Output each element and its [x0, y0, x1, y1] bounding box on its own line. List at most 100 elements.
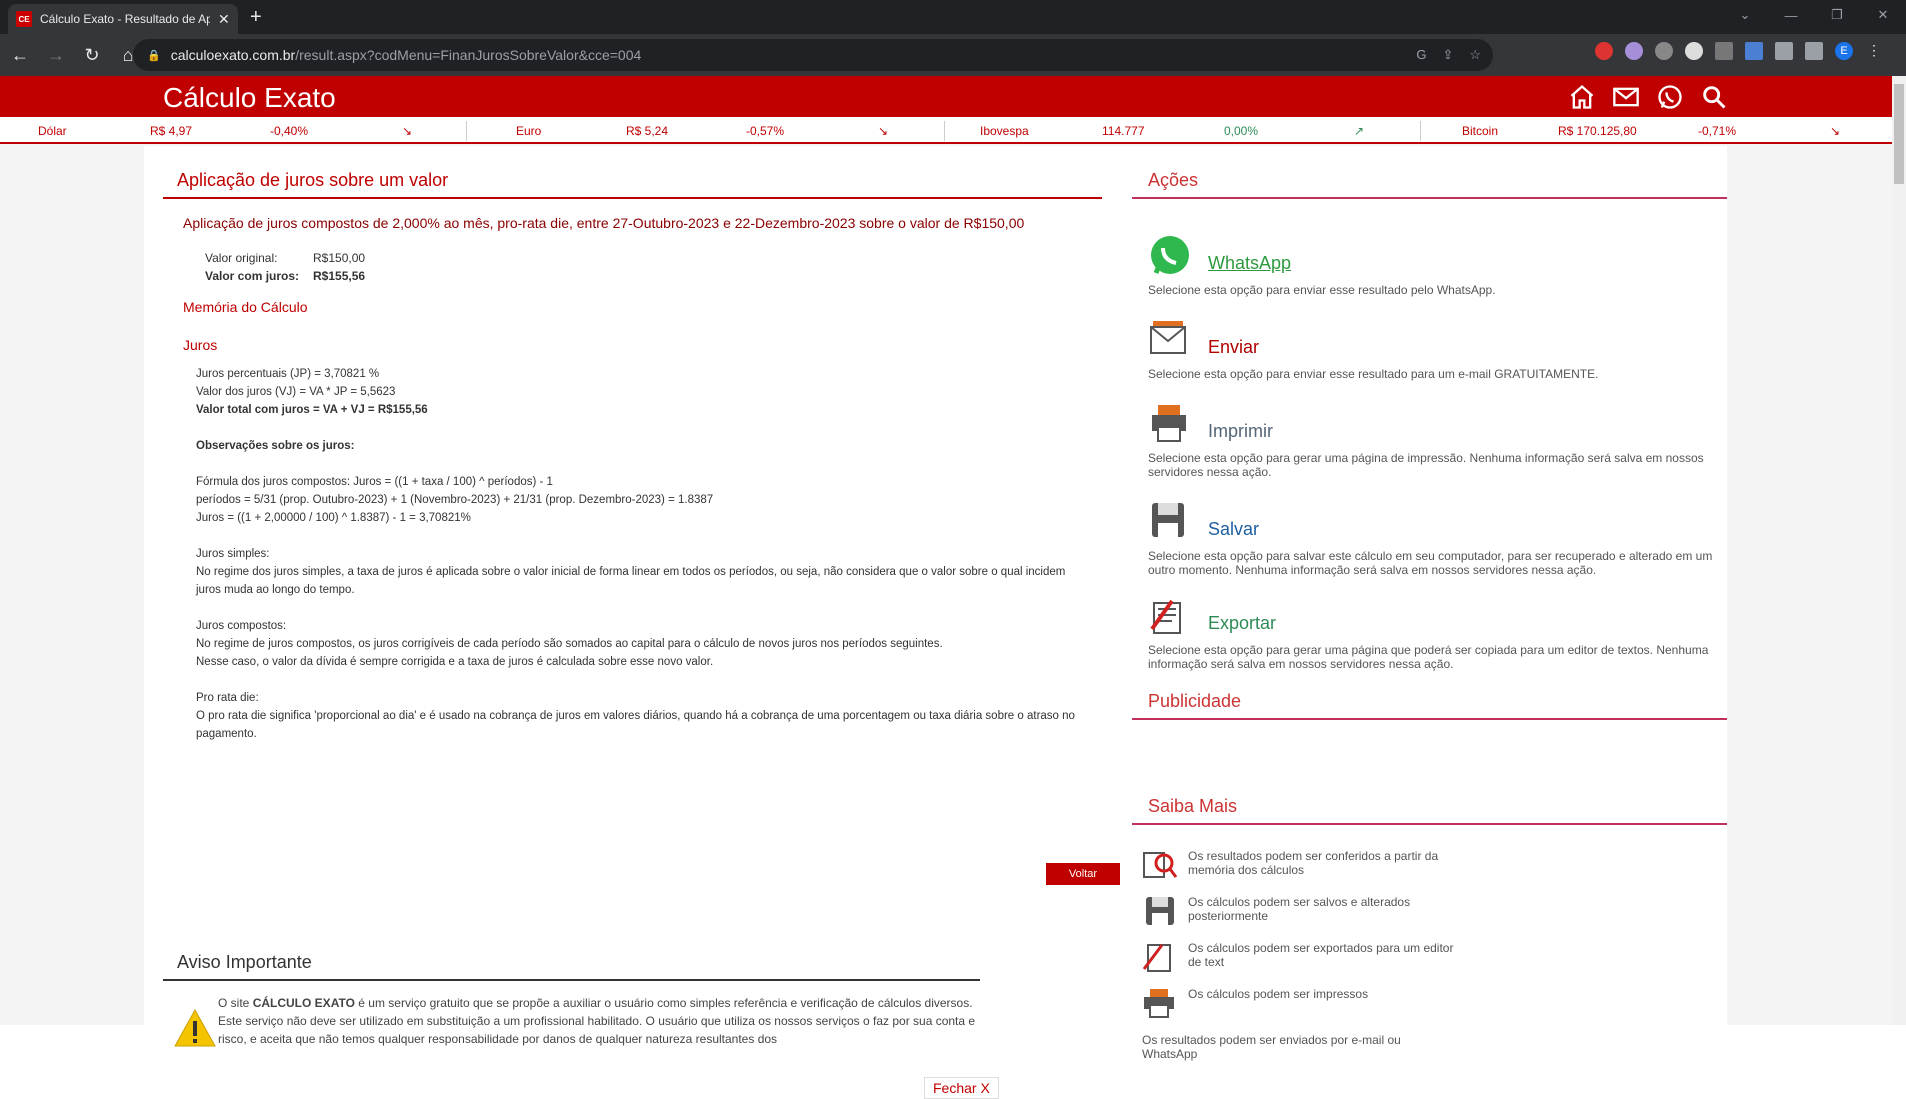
lock-icon[interactable]: 🔒 — [147, 49, 161, 62]
browser-toolbar: ← → ↻ ⌂ 🔒 calculoexato.com.br /result.as… — [0, 34, 1906, 76]
tab-close-icon[interactable]: ✕ — [218, 11, 230, 28]
floppy-disk-icon — [1152, 503, 1184, 537]
quote-ticker: Dólar R$ 4,97 -0,40% ↘ Euro R$ 5,24 -0,5… — [0, 117, 1906, 144]
menu-kebab-icon[interactable]: ⋮ — [1865, 42, 1883, 60]
extension-purple-icon[interactable] — [1625, 42, 1643, 60]
original-value: R$150,00 — [313, 251, 366, 265]
new-tab-icon[interactable]: + — [250, 6, 262, 29]
learn-more-item: Os cálculos podem ser impressos — [1142, 985, 1727, 1031]
bookmark-star-icon[interactable]: ☆ — [1469, 47, 1481, 63]
print-link[interactable]: Imprimir — [1208, 421, 1273, 442]
compound-interest-title: Juros compostos: — [196, 620, 287, 632]
send-link[interactable]: Enviar — [1208, 337, 1259, 358]
printer-icon — [1152, 405, 1186, 442]
back-icon[interactable]: ← — [4, 45, 36, 66]
browser-tab-bar: CE Cálculo Exato - Resultado de Ap ✕ + ⌄… — [0, 0, 1906, 34]
learn-more-text: Os cálculos podem ser impressos — [1188, 987, 1369, 1001]
ticker-name: Dólar — [38, 124, 67, 138]
translate-icon[interactable] — [1745, 42, 1763, 60]
site-logo[interactable]: Cálculo Exato — [163, 82, 336, 114]
ticker-name: Euro — [516, 124, 542, 138]
floppy-disk-icon — [1146, 897, 1174, 925]
home-nav-icon[interactable] — [1568, 83, 1596, 111]
close-window-icon[interactable]: ✕ — [1860, 0, 1906, 30]
back-button[interactable]: Voltar — [1046, 863, 1120, 885]
trend-down-icon: ↘ — [878, 124, 889, 138]
calc-details: Juros percentuais (JP) = 3,70821 % Valor… — [196, 365, 1102, 743]
simple-interest-title: Juros simples: — [196, 548, 270, 560]
share-icon[interactable]: ⇪ — [1442, 47, 1453, 63]
action-export[interactable]: Exportar Selecione esta opção para gerar… — [1148, 593, 1727, 691]
magnifier-document-icon — [1143, 852, 1178, 878]
action-save[interactable]: Salvar Selecione esta opção para salvar … — [1148, 499, 1727, 593]
ticker-change: -0,71% — [1698, 124, 1737, 138]
reload-icon[interactable]: ↻ — [76, 45, 108, 66]
minimize-icon[interactable]: — — [1768, 0, 1814, 30]
compound-interest-text: Nesse caso, o valor da dívida é sempre c… — [196, 656, 714, 668]
result-values: Valor original: R$150,00 Valor com juros:… — [205, 251, 1102, 283]
actions-sidebar: Ações WhatsApp Selecione esta opção para… — [1132, 146, 1727, 1077]
extension-mail-icon[interactable] — [1715, 42, 1733, 60]
whatsapp-icon — [1151, 236, 1189, 274]
actions-heading: Ações — [1132, 146, 1727, 199]
save-link[interactable]: Salvar — [1208, 519, 1259, 540]
close-notice-button[interactable]: Fechar X — [924, 1077, 999, 1099]
ticker-price: 114.777 — [1102, 124, 1145, 138]
action-whatsapp[interactable]: WhatsApp Selecione esta opção para envia… — [1148, 233, 1727, 317]
side-panel-icon[interactable] — [1805, 42, 1823, 60]
window-controls: ⌄ — ❐ ✕ — [1722, 0, 1906, 30]
calc-line: Juros percentuais (JP) = 3,70821 % — [196, 368, 380, 380]
learn-more-text: Os resultados podem ser enviados por e-m… — [1142, 1033, 1401, 1061]
url-host: calculoexato.com.br — [170, 47, 296, 63]
ticker-price: R$ 170.125,80 — [1558, 124, 1637, 138]
site-header: Cálculo Exato — [0, 76, 1906, 117]
result-subtitle: Aplicação de juros compostos de 2,000% a… — [183, 215, 1025, 231]
ticker-name: Bitcoin — [1462, 124, 1499, 138]
export-link[interactable]: Exportar — [1208, 613, 1276, 634]
whatsapp-link[interactable]: WhatsApp — [1208, 253, 1291, 274]
learn-more-text: Os cálculos podem ser salvos e alterados… — [1188, 895, 1411, 923]
whatsapp-nav-icon[interactable] — [1656, 83, 1684, 111]
notice-text: O site CÁLCULO EXATO é um serviço gratui… — [218, 996, 976, 1046]
advertising-heading: Publicidade — [1132, 691, 1727, 720]
extensions-puzzle-icon[interactable] — [1775, 42, 1793, 60]
extension-gray-icon[interactable] — [1655, 42, 1673, 60]
google-lens-icon[interactable]: G — [1416, 47, 1426, 63]
tab-search-icon[interactable]: ⌄ — [1722, 0, 1768, 30]
ticker-change: -0,40% — [270, 124, 309, 138]
address-bar[interactable]: 🔒 calculoexato.com.br /result.aspx?codMe… — [133, 39, 1493, 71]
interest-heading: Juros — [183, 337, 218, 353]
ticker-name: Ibovespa — [980, 124, 1029, 138]
value-with-interest: R$155,56 — [313, 269, 366, 283]
action-description: Selecione esta opção para gerar uma pági… — [1148, 643, 1709, 671]
tab-title: Cálculo Exato - Resultado de Ap — [40, 12, 210, 26]
result-panel: Aplicação de juros sobre um valor Aplica… — [163, 146, 1120, 1099]
action-send-email[interactable]: Enviar Selecione esta opção para enviar … — [1148, 317, 1727, 401]
restore-icon[interactable]: ❐ — [1814, 0, 1860, 30]
printer-icon — [1144, 989, 1174, 1018]
scroll-thumb[interactable] — [1894, 84, 1904, 184]
action-description: Selecione esta opção para gerar uma pági… — [1148, 451, 1704, 479]
action-description: Selecione esta opção para enviar esse re… — [1148, 367, 1599, 381]
profile-avatar[interactable]: E — [1835, 42, 1853, 60]
extension-red-icon[interactable] — [1595, 42, 1613, 60]
ticker-change: 0,00% — [1224, 124, 1259, 138]
warning-icon — [174, 1008, 216, 1047]
observations-heading: Observações sobre os juros: — [196, 440, 355, 452]
mail-nav-icon[interactable] — [1612, 83, 1640, 111]
action-print[interactable]: Imprimir Selecione esta opção para gerar… — [1148, 401, 1727, 499]
export-document-icon — [1150, 599, 1181, 634]
trend-up-icon: ↗ — [1354, 124, 1365, 138]
trend-down-icon: ↘ — [402, 124, 413, 138]
extension-white-icon[interactable] — [1685, 42, 1703, 60]
search-nav-icon[interactable] — [1700, 83, 1728, 111]
forward-icon[interactable]: → — [40, 45, 72, 66]
pro-rata-title: Pro rata die: — [196, 692, 259, 704]
calc-line: Valor dos juros (VJ) = VA * JP = 5,5623 — [196, 386, 396, 398]
browser-tab[interactable]: CE Cálculo Exato - Resultado de Ap ✕ — [8, 4, 238, 34]
page-scrollbar[interactable] — [1892, 76, 1906, 1025]
page-title: Aplicação de juros sobre um valor — [163, 146, 1102, 199]
learn-more-item: Os cálculos podem ser exportados para um… — [1142, 939, 1727, 985]
ticker-price: R$ 4,97 — [150, 124, 193, 138]
formula-line: Fórmula dos juros compostos: Juros = ((1… — [196, 476, 553, 488]
